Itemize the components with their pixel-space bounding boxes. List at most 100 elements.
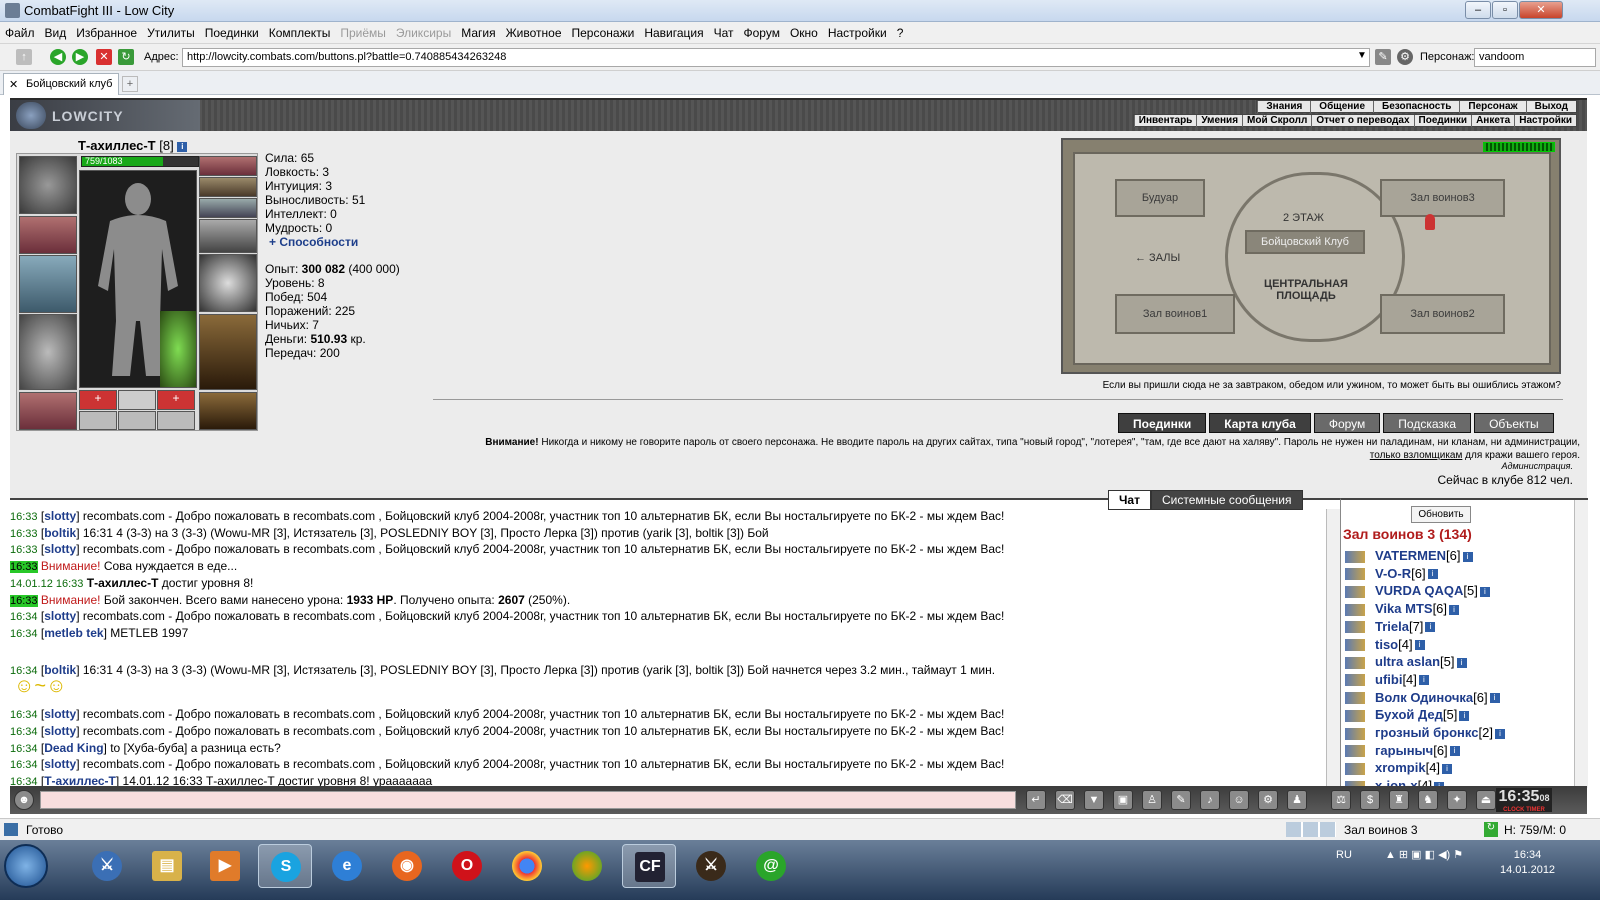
user-list-item[interactable]: гарыныч[6] i (1345, 742, 1505, 760)
map-halls-link[interactable]: ← ЗАЛЫ (1135, 252, 1180, 264)
taskbar-media[interactable]: ▶ (198, 844, 252, 888)
chat-nick[interactable]: slotty (44, 609, 76, 623)
filter-icon[interactable]: ▼ (1084, 790, 1104, 810)
taskbar-opera[interactable]: O (440, 844, 494, 888)
menu-item[interactable]: Избранное (71, 22, 142, 40)
tab-system-messages[interactable]: Системные сообщения (1150, 490, 1303, 510)
new-tab-button[interactable]: + (122, 76, 138, 92)
amulet-slot[interactable] (199, 177, 257, 197)
nav-top-item[interactable]: Выход (1525, 101, 1576, 113)
user-list-scrollbar[interactable] (1574, 500, 1588, 788)
user-list-item[interactable]: VATERMEN[6] i (1345, 547, 1505, 565)
address-dropdown-icon[interactable]: ▼ (1357, 50, 1367, 61)
chat-nick[interactable]: metleb tek (44, 626, 103, 640)
chat-time[interactable]: 16:34 (10, 743, 38, 755)
taskbar-app-1[interactable]: ⚔ (80, 844, 134, 888)
menu-item[interactable]: Форум (739, 22, 785, 40)
address-input[interactable]: http://lowcity.combats.com/buttons.pl?ba… (182, 48, 1370, 67)
menu-item[interactable]: ? (892, 22, 909, 40)
menu-item[interactable]: Эликсиры (391, 22, 456, 40)
sound-icon[interactable]: ♪ (1200, 790, 1220, 810)
chat-nick[interactable]: boltik (44, 526, 76, 540)
tray-icons[interactable]: ▲ ⊞ ▣ ◧ ◀) ⚑ (1385, 849, 1463, 861)
language-indicator[interactable]: RU (1336, 849, 1352, 861)
nav-sub-item[interactable]: Настройки (1514, 115, 1576, 127)
chat-nick[interactable]: slotty (44, 707, 76, 721)
info-icon[interactable]: i (177, 141, 188, 152)
empty-slot-4[interactable] (157, 411, 195, 430)
back-button[interactable]: ◀ (50, 49, 66, 65)
abilities-link[interactable]: + Способности (265, 235, 400, 249)
info-icon[interactable]: i (1462, 551, 1473, 562)
action-button[interactable]: Объекты (1474, 413, 1554, 433)
menu-item[interactable]: Окно (785, 22, 823, 40)
info-icon[interactable]: i (1449, 746, 1460, 757)
room-hall2[interactable]: Зал воинов2 (1380, 294, 1505, 334)
chat-time[interactable]: 16:34 (10, 726, 38, 738)
exit-icon[interactable]: ⏏ (1476, 790, 1496, 810)
character-name[interactable]: Т-ахиллес-Т [8] i (78, 138, 188, 153)
user-list-item[interactable]: xrompik[4] i (1345, 759, 1505, 777)
chat-nick[interactable]: slotty (44, 724, 76, 738)
chat-time[interactable]: 16:33 (10, 561, 38, 574)
boots-slot[interactable] (199, 392, 257, 430)
info-icon[interactable]: i (1414, 640, 1425, 651)
user-list-item[interactable]: Бухой Дед[5] i (1345, 706, 1505, 724)
weapon-slot[interactable] (19, 255, 77, 313)
info-icon[interactable]: i (1494, 728, 1505, 739)
pin-icon[interactable]: ↑ (16, 49, 32, 65)
warning-link[interactable]: только взломщикам (1370, 450, 1463, 461)
tab-close-icon[interactable]: ✕ (9, 78, 18, 91)
room-hall1[interactable]: Зал воинов1 (1115, 294, 1235, 334)
chat-time[interactable]: 16:33 (10, 544, 38, 556)
menu-item[interactable]: Настройки (823, 22, 892, 40)
chat-time[interactable]: 16:33 (10, 594, 38, 607)
send-icon[interactable]: ↵ (1026, 790, 1046, 810)
maximize-button[interactable]: ▫ (1492, 1, 1518, 19)
user-list-item[interactable]: tiso[4] i (1345, 636, 1505, 654)
taskbar-skype[interactable]: S (258, 844, 312, 888)
room-fight-club[interactable]: Бойцовский Клуб (1245, 230, 1365, 254)
empty-slot-2[interactable] (79, 411, 117, 430)
status-refresh-icon[interactable]: ↻ (1484, 822, 1498, 837)
minimize-button[interactable]: – (1465, 1, 1491, 19)
info-icon[interactable]: i (1449, 604, 1460, 615)
room-boudoir[interactable]: Будуар (1115, 179, 1205, 217)
chat-time[interactable]: 14.01.12 16:33 (10, 578, 83, 590)
pet-icon[interactable]: ♞ (1418, 790, 1438, 810)
user-list-item[interactable]: VURDA QAQA[5] i (1345, 582, 1505, 600)
tab-chat[interactable]: Чат (1108, 490, 1151, 510)
rings-slot[interactable] (199, 198, 257, 218)
toolbar-icon-a[interactable]: ✎ (1375, 49, 1391, 65)
user-list-item[interactable]: Triela[7] i (1345, 618, 1505, 636)
nav-top-item[interactable]: Персонаж (1459, 101, 1525, 113)
taskbar-combatfight[interactable]: CF (622, 844, 676, 888)
armor-slot[interactable] (19, 314, 77, 390)
room-hall3[interactable]: Зал воинов3 (1380, 179, 1505, 217)
user-icon[interactable]: ♙ (1142, 790, 1162, 810)
menu-item[interactable]: Навигация (639, 22, 708, 40)
user-list-item[interactable]: ufibi[4] i (1345, 671, 1505, 689)
nav-top-item[interactable]: Общение (1310, 101, 1373, 113)
menu-item[interactable]: Животное (501, 22, 567, 40)
menu-item[interactable]: Файл (0, 22, 40, 40)
info-icon[interactable]: i (1442, 764, 1453, 774)
smiles-icon[interactable]: ☺ (1229, 790, 1249, 810)
nav-top-item[interactable]: Знания (1257, 101, 1310, 113)
nav-sub-item[interactable]: Отчет о переводах (1311, 115, 1413, 127)
menu-item[interactable]: Персонажи (567, 22, 640, 40)
action-button[interactable]: Подсказка (1383, 413, 1472, 433)
settings-icon[interactable]: ⚙ (1258, 790, 1278, 810)
earring-slot[interactable] (199, 156, 257, 176)
chat-nick[interactable]: Dead King (44, 741, 103, 755)
menu-item[interactable]: Утилиты (142, 22, 200, 40)
status-icons[interactable] (1286, 822, 1336, 837)
taskbar-firefox[interactable]: ◉ (380, 844, 434, 888)
empty-slot-1[interactable] (118, 390, 156, 410)
tab-fight-club[interactable]: ✕ Бойцовский клуб (3, 73, 119, 95)
menu-item[interactable]: Поединки (200, 22, 264, 40)
chat-nick[interactable]: slotty (44, 542, 76, 556)
chat-nick[interactable]: slotty (44, 757, 76, 771)
save-icon[interactable]: ▣ (1113, 790, 1133, 810)
info-icon[interactable]: i (1456, 657, 1467, 668)
